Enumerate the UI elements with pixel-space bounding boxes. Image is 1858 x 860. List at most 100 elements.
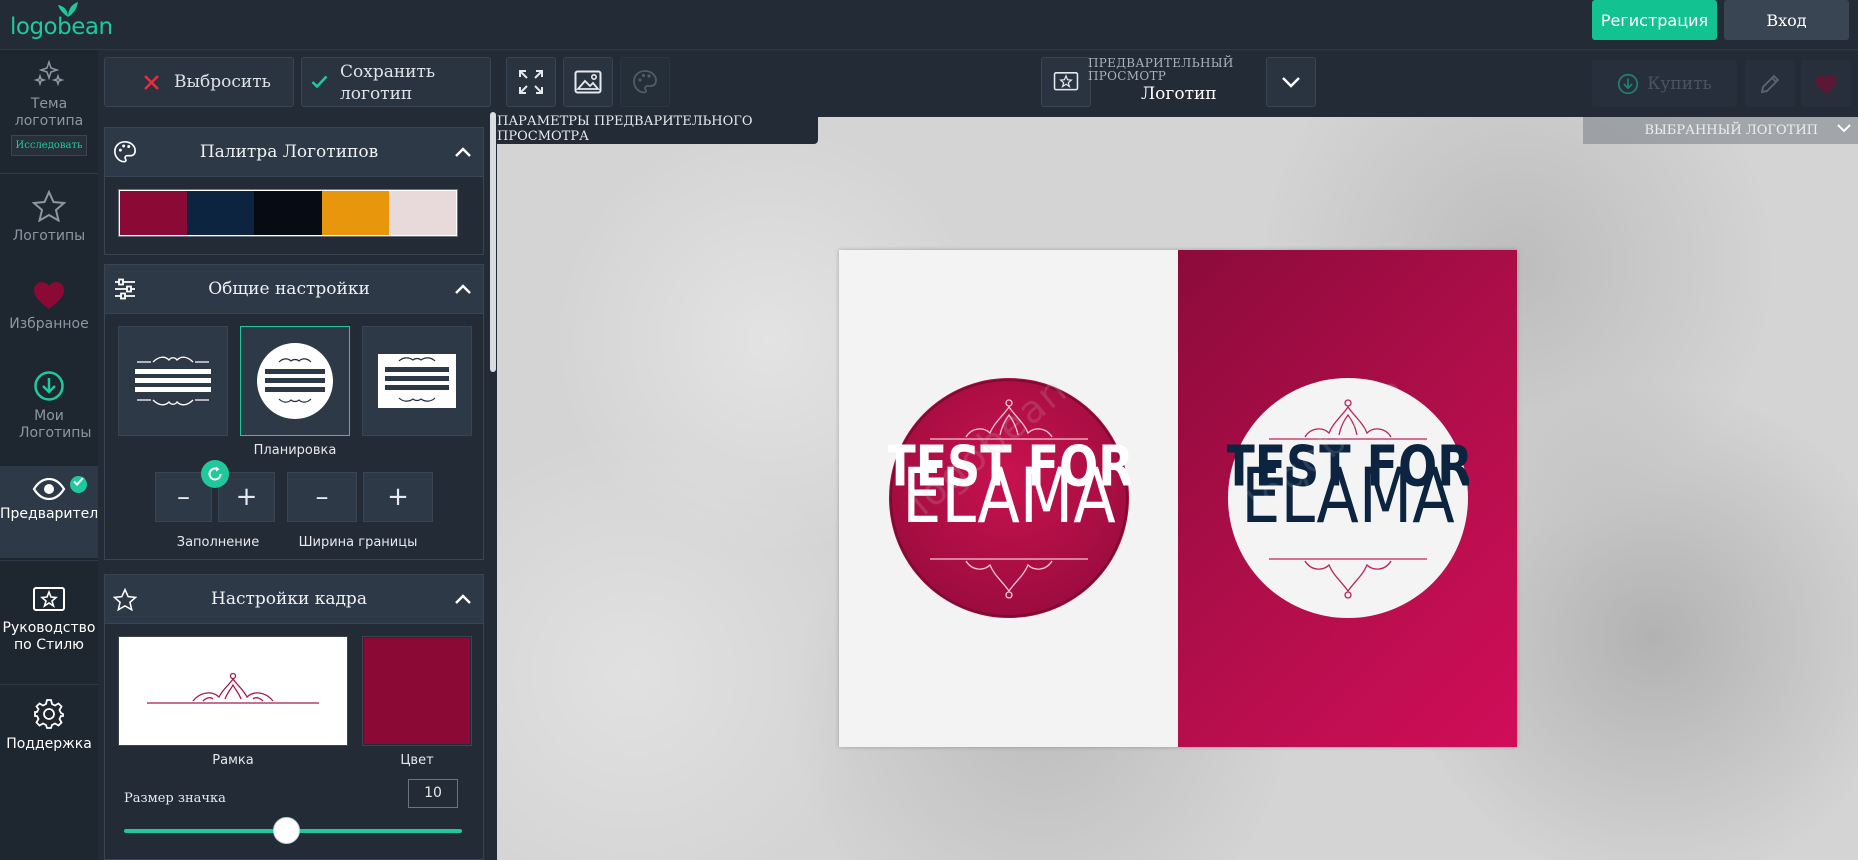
nav-item-favorites[interactable]: Избранное (0, 280, 98, 350)
light-background-preview: TEST FOR ELAMA logobean (839, 250, 1178, 747)
fullscreen-button[interactable] (506, 57, 556, 107)
border-width-label: Ширина границы (298, 535, 418, 550)
palette-section-header[interactable]: Палитра Логотипов (104, 127, 484, 177)
nav-item-label: Предварительные просмотры (0, 506, 98, 522)
nav-item-previews[interactable]: Предварительные просмотры (0, 466, 98, 558)
nav-item-support[interactable]: Поддержка (0, 698, 98, 768)
selected-logo-label: ВЫБРАННЫЙ ЛОГОТИП (1644, 123, 1818, 138)
layout-option-circle[interactable] (240, 326, 350, 436)
brand-logo[interactable]: logobean (10, 2, 113, 46)
check-icon (311, 75, 328, 89)
left-nav: Тема логотипа Исследовать Логотипы Избра… (0, 50, 98, 860)
palette-icon (114, 141, 136, 163)
nav-item-label: Логотипы (12, 228, 86, 244)
image-icon (574, 70, 602, 94)
preview-caption: ПРЕДВАРИТЕЛЬНЫЙ ПРОСМОТР (1088, 57, 1234, 83)
sparkles-icon (33, 60, 65, 87)
border-width-decrease-button[interactable]: – (287, 472, 357, 522)
favorite-button[interactable] (1801, 60, 1851, 107)
panel-scrollbar[interactable] (490, 112, 496, 372)
buy-button[interactable]: Купить (1592, 60, 1737, 107)
border-width-increase-button[interactable]: + (363, 472, 433, 522)
layout-label: Планировка (253, 443, 337, 458)
nav-item-logo-theme[interactable]: Тема логотипа Исследовать (0, 60, 98, 165)
nav-item-logos[interactable]: Логотипы (0, 190, 98, 260)
style-guide-icon (1053, 72, 1079, 91)
login-button[interactable]: Вход (1724, 0, 1849, 40)
general-section-title: Общие настройки (208, 279, 370, 299)
frame-label: Рамка (212, 753, 254, 768)
check-icon (70, 476, 87, 493)
palette-swatch[interactable] (254, 191, 322, 235)
frame-section-title: Настройки кадра (211, 589, 367, 609)
icon-size-input[interactable]: 10 (408, 779, 458, 808)
buy-label: Купить (1647, 73, 1712, 94)
gear-icon (34, 699, 64, 729)
chevron-up-icon (455, 146, 471, 157)
nav-item-label: Тема логотипа (14, 96, 84, 129)
icon-size-slider-thumb[interactable] (272, 817, 300, 844)
heart-icon (1815, 74, 1837, 94)
download-circle-icon (1618, 73, 1639, 94)
nav-item-style-guide[interactable]: Руководство по Стилю (0, 586, 98, 676)
layout-square-icon (378, 354, 456, 408)
frame-option[interactable] (118, 636, 348, 746)
nav-item-label: Избранное (9, 316, 89, 332)
general-section-header[interactable]: Общие настройки (104, 264, 484, 314)
eye-icon (32, 478, 66, 500)
leaf-icon (58, 2, 78, 17)
reset-icon[interactable] (201, 460, 229, 488)
preview-type-dropdown-button[interactable] (1266, 57, 1316, 107)
layout-option-plain[interactable] (118, 326, 228, 436)
style-guide-icon (33, 587, 65, 611)
layout-circle-icon (257, 343, 333, 419)
frame-section-header[interactable]: Настройки кадра (104, 574, 484, 624)
download-circle-icon (34, 371, 64, 401)
dark-background-preview: TEST FOR ELAMA logobean (1178, 250, 1517, 747)
palette-section-title: Палитра Логотипов (199, 142, 379, 162)
nav-divider (0, 684, 98, 685)
frame-color-swatch (364, 638, 470, 744)
nav-item-label: Мои Логотипы (19, 408, 92, 441)
discard-button[interactable]: Выбросить (104, 57, 294, 107)
close-icon (144, 75, 159, 90)
expand-icon (519, 70, 543, 94)
nav-item-label: Поддержка (6, 736, 92, 752)
save-logo-button[interactable]: Сохранить логотип (301, 57, 491, 107)
image-button[interactable] (563, 57, 613, 107)
preview-caption-line2: ПРОСМОТР (1088, 69, 1167, 83)
preview-params-tab[interactable]: ПАРАМЕТРЫ ПРЕДВАРИТЕЛЬНОГО ПРОСМОТРА (497, 114, 818, 144)
palette-swatch[interactable] (187, 191, 255, 235)
preview-type-icon-box (1041, 57, 1091, 107)
settings-panel: Палитра Логотипов Общие настройки Планир… (98, 117, 498, 860)
preview-type-select[interactable]: ПРЕДВАРИТЕЛЬНЫЙ ПРОСМОТР Логотип (1041, 57, 1263, 107)
ornament-icon (147, 672, 319, 704)
palette-swatch[interactable] (388, 191, 457, 235)
nav-divider (0, 560, 98, 561)
palette-swatch[interactable] (120, 191, 188, 235)
sliders-icon (115, 278, 135, 300)
star-icon (113, 587, 137, 611)
layout-option-square[interactable] (362, 326, 472, 436)
selected-logo-tab[interactable]: ВЫБРАННЫЙ ЛОГОТИП (1583, 117, 1858, 144)
palette-button[interactable] (620, 57, 670, 107)
nav-divider (0, 173, 98, 174)
discard-label: Выбросить (174, 72, 271, 92)
chevron-down-icon (1282, 77, 1300, 88)
nav-item-my-logos[interactable]: Мои Логотипы (0, 370, 98, 460)
explore-badge[interactable]: Исследовать (10, 135, 88, 156)
palette-swatch[interactable] (321, 191, 389, 235)
preview-value: Логотип (1141, 84, 1217, 104)
color-palette[interactable] (118, 189, 458, 237)
save-label-line2: логотип (340, 84, 413, 104)
frame-color-option[interactable] (362, 636, 472, 746)
pencil-icon (1760, 74, 1780, 93)
chevron-up-icon (455, 283, 471, 294)
logo-preview-card: TEST FOR ELAMA logobean TEST FOR ELAMA l… (839, 250, 1517, 747)
nav-item-label: Руководство по Стилю (2, 620, 96, 653)
layout-lines-icon (135, 356, 211, 406)
save-label-line1: Сохранить (340, 62, 436, 82)
top-bar: logobean Регистрация Вход (0, 0, 1858, 50)
register-button[interactable]: Регистрация (1592, 0, 1717, 40)
edit-button[interactable] (1745, 60, 1795, 107)
